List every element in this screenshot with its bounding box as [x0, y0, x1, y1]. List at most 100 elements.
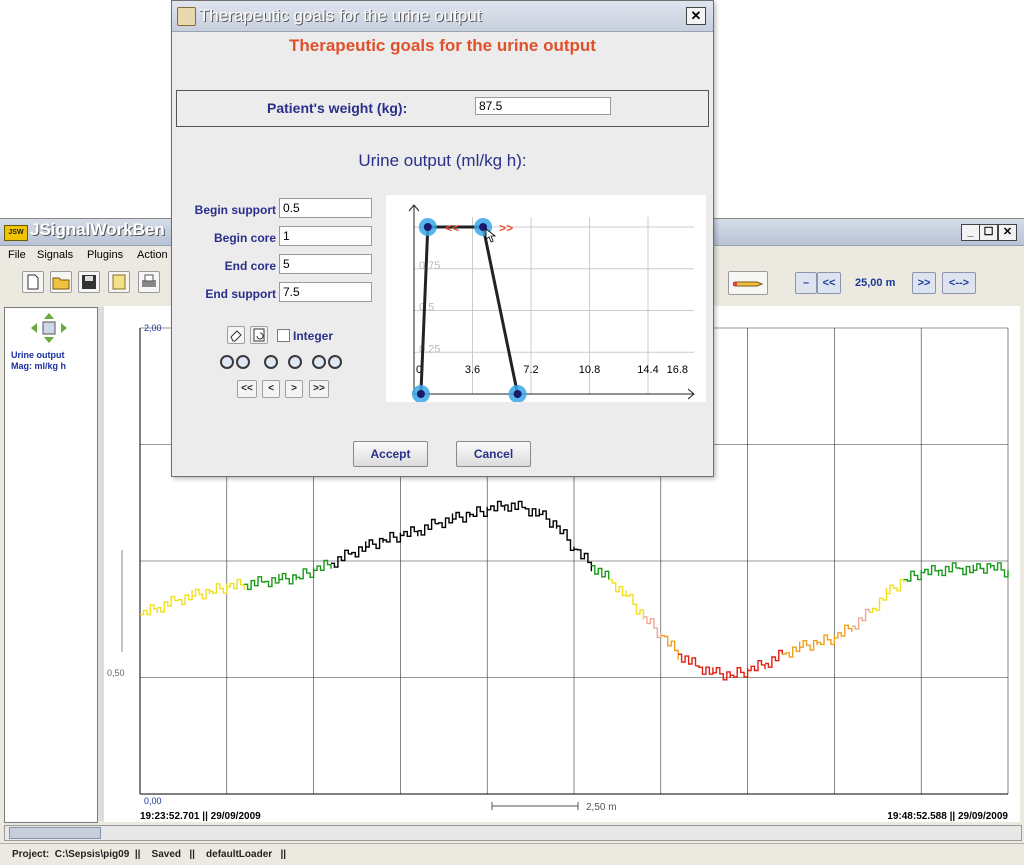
zoom-in-x-icon[interactable]	[220, 355, 234, 369]
signal-segment	[244, 576, 263, 591]
last-button[interactable]: >>	[309, 380, 329, 398]
zoom-out-icon[interactable]	[288, 355, 302, 369]
menu-plugins[interactable]: Plugins	[87, 249, 123, 261]
signal-label[interactable]: Urine output Mag: ml/kg h	[11, 350, 66, 372]
window-title: JSignalWorkBen	[30, 220, 165, 239]
signal-segment	[817, 634, 836, 646]
dialog-close-button[interactable]: ✕	[686, 7, 706, 25]
signal-segment	[782, 641, 801, 658]
print-button[interactable]	[138, 271, 160, 293]
refresh-button[interactable]	[250, 326, 268, 344]
scroll-back-button[interactable]: <<	[817, 272, 841, 294]
integer-checkbox[interactable]	[277, 329, 290, 342]
menu-action[interactable]: Action	[137, 249, 168, 261]
signal-segment	[591, 565, 610, 580]
zoom-out-button[interactable]: –	[795, 272, 817, 294]
goal-x-tick-label: 3.6	[465, 364, 480, 376]
signal-segment	[556, 525, 575, 551]
pan-control-icon[interactable]	[29, 311, 69, 345]
zoom-in-y-icon[interactable]	[236, 355, 250, 369]
signal-segment	[261, 574, 280, 588]
begin-core-input[interactable]	[279, 226, 372, 246]
fit-button[interactable]: <-->	[942, 272, 976, 294]
signal-name: Urine output	[11, 350, 65, 360]
app-logo: JSW	[4, 225, 28, 241]
pencil-button[interactable]	[728, 271, 768, 295]
signal-segment	[695, 665, 714, 675]
close-button[interactable]: ✕	[998, 224, 1017, 241]
erase-button[interactable]	[227, 326, 245, 344]
signal-segment	[174, 590, 193, 605]
zoom-out-x-icon[interactable]	[312, 355, 326, 369]
weight-group: Patient's weight (kg):	[176, 90, 709, 127]
signal-segment	[938, 562, 957, 577]
urine-output-heading: Urine output (ml/kg h):	[358, 151, 527, 170]
signal-segment	[903, 569, 922, 582]
signal-segment	[626, 593, 645, 620]
weight-input[interactable]	[475, 97, 611, 115]
weight-label: Patient's weight (kg):	[267, 100, 408, 116]
signal-segment	[296, 567, 315, 580]
signal-segment	[331, 549, 349, 568]
first-button[interactable]: <<	[237, 380, 257, 398]
signal-segment	[157, 595, 176, 613]
signal-segment	[469, 506, 488, 517]
signal-segment	[452, 511, 471, 523]
integer-label: Integer	[293, 329, 334, 343]
goal-x-tick-label: 7.2	[523, 364, 538, 376]
goal-point	[513, 390, 522, 398]
signal-segment	[521, 506, 540, 517]
goal-chart: 0.750.50.250 3.6 7.2 10.8 14.4 16.8<< >>	[408, 204, 695, 403]
drag-right-arrow: >>	[499, 221, 513, 235]
goal-point	[416, 390, 425, 398]
goal-x-tick-label: 10.8	[579, 364, 600, 376]
begin-support-input[interactable]	[279, 198, 372, 218]
y-tick-label: 0,00	[144, 796, 162, 806]
save-button[interactable]	[78, 271, 100, 293]
end-time-label: 19:48:52.588 || 29/09/2009	[887, 811, 1008, 822]
signal-segment	[504, 500, 523, 512]
signal-segment	[226, 578, 245, 590]
dialog-titlebar[interactable]: Therapeutic goals for the urine output ✕	[172, 1, 713, 32]
new-file-button[interactable]	[22, 271, 44, 293]
floppy-icon	[82, 275, 96, 289]
java-icon	[177, 7, 196, 26]
printer-icon	[142, 274, 156, 287]
scroll-forward-button[interactable]: >>	[912, 272, 936, 294]
signal-segment	[400, 526, 419, 537]
edit-button[interactable]	[108, 271, 130, 293]
signal-segment	[435, 513, 454, 529]
signal-segment	[660, 634, 679, 660]
y-tick-label: 0,50	[107, 668, 125, 678]
zoom-in-icon[interactable]	[264, 355, 278, 369]
scrollbar-thumb[interactable]	[9, 827, 101, 839]
maximize-button[interactable]: ☐	[979, 224, 998, 241]
signal-segment	[539, 510, 558, 529]
end-core-label: End core	[224, 259, 276, 273]
signal-segment	[886, 578, 905, 595]
next-button[interactable]: >	[285, 380, 303, 398]
end-support-input[interactable]	[279, 282, 372, 302]
goal-y-tick-label: 0.75	[419, 260, 440, 272]
signal-segment	[365, 537, 384, 550]
begin-core-label: Begin core	[213, 231, 276, 245]
accept-button[interactable]: Accept	[353, 441, 428, 467]
end-core-input[interactable]	[279, 254, 372, 274]
menu-signals[interactable]: Signals	[37, 249, 73, 261]
minimize-button[interactable]: _	[961, 224, 980, 241]
goal-plot[interactable]: 0.75 0.5 0.25 0 3.6 7.2 10.8 14.4 16.8 << >>	[386, 195, 706, 403]
menu-file[interactable]: File	[8, 249, 26, 261]
begin-support-label: Begin support	[194, 203, 276, 217]
open-button[interactable]	[50, 271, 72, 293]
signal-segment	[869, 588, 888, 613]
status-bar: Project: C:\Sepsis\pig09 || Saved || def…	[0, 843, 1024, 865]
prev-button[interactable]: <	[262, 380, 280, 398]
new-file-icon	[27, 274, 39, 290]
signal-segment	[487, 500, 506, 512]
signal-segment	[192, 588, 211, 600]
signal-segment	[712, 667, 731, 681]
therapeutic-goals-dialog: Therapeutic goals for the urine output ✕…	[171, 0, 714, 477]
horizontal-scrollbar[interactable]	[4, 825, 1022, 841]
zoom-out-y-icon[interactable]	[328, 355, 342, 369]
cancel-button[interactable]: Cancel	[456, 441, 531, 467]
